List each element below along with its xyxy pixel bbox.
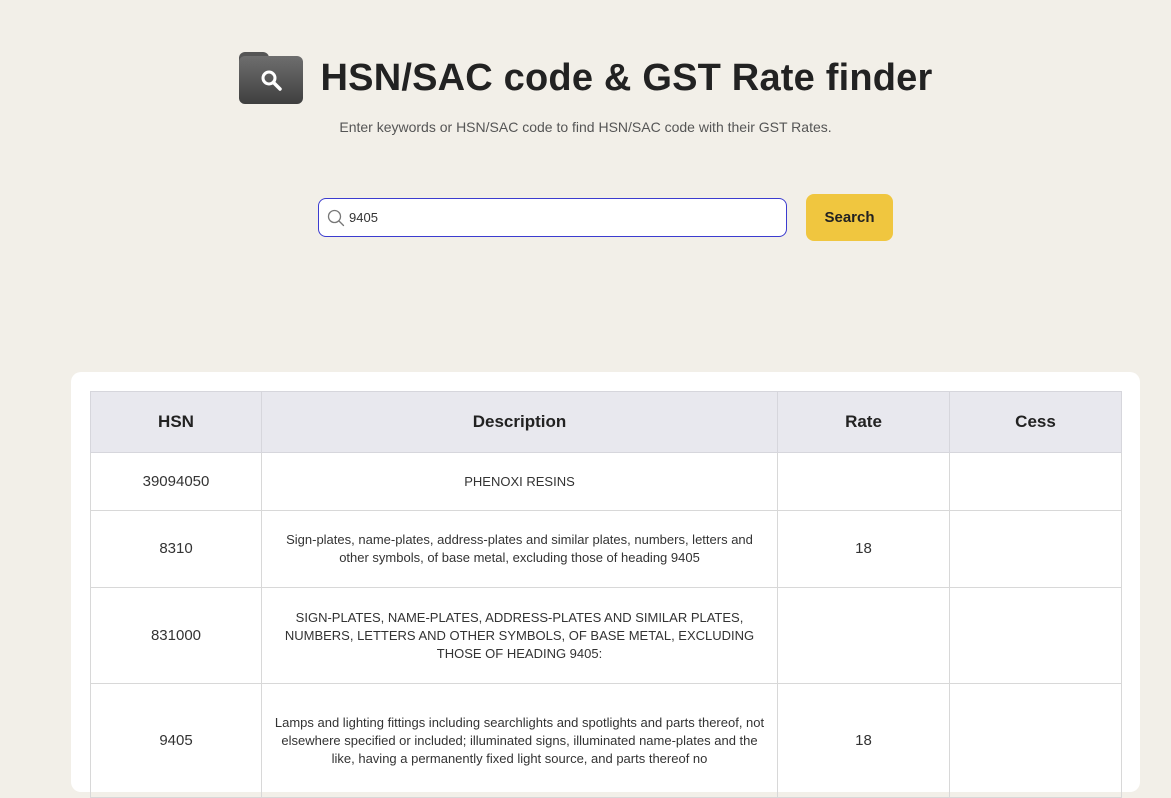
cess-cell bbox=[949, 510, 1122, 588]
column-header-description: Description bbox=[261, 391, 778, 453]
table-row: 831000 SIGN-PLATES, NAME-PLATES, ADDRESS… bbox=[90, 587, 1122, 684]
description-cell: Sign-plates, name-plates, address-plates… bbox=[261, 510, 778, 588]
search-icon bbox=[327, 209, 345, 226]
table-row: 9405 Lamps and lighting fittings includi… bbox=[90, 683, 1122, 798]
description-cell: PHENOXI RESINS bbox=[261, 452, 778, 511]
table-header-row: HSN Description Rate Cess bbox=[90, 391, 1122, 453]
page-header: HSN/SAC code & GST Rate finder bbox=[0, 52, 1171, 104]
column-header-cess: Cess bbox=[949, 391, 1122, 453]
rate-cell bbox=[777, 452, 950, 511]
description-cell: SIGN-PLATES, NAME-PLATES, ADDRESS-PLATES… bbox=[261, 587, 778, 684]
hsn-cell: 8310 bbox=[90, 510, 262, 588]
search-bar: Search bbox=[318, 194, 893, 241]
page-subtitle: Enter keywords or HSN/SAC code to find H… bbox=[339, 119, 832, 135]
column-header-hsn: HSN bbox=[90, 391, 262, 453]
search-field[interactable] bbox=[318, 198, 787, 237]
results-card: HSN Description Rate Cess 39094050 PHENO… bbox=[71, 372, 1140, 798]
cess-cell bbox=[949, 452, 1122, 511]
page-title: HSN/SAC code & GST Rate finder bbox=[320, 56, 933, 99]
description-cell: Lamps and lighting fittings including se… bbox=[261, 683, 778, 798]
table-row: 8310 Sign-plates, name-plates, address-p… bbox=[90, 510, 1122, 588]
hsn-cell: 9405 bbox=[90, 683, 262, 798]
rate-cell: 18 bbox=[777, 683, 950, 798]
search-button[interactable]: Search bbox=[806, 194, 893, 241]
cess-cell bbox=[949, 587, 1122, 684]
results-table: HSN Description Rate Cess 39094050 PHENO… bbox=[90, 391, 1122, 798]
hsn-cell: 831000 bbox=[90, 587, 262, 684]
cess-cell bbox=[949, 683, 1122, 798]
search-input[interactable] bbox=[349, 210, 769, 225]
hsn-cell: 39094050 bbox=[90, 452, 262, 511]
rate-cell: 18 bbox=[777, 510, 950, 588]
column-header-rate: Rate bbox=[777, 391, 950, 453]
table-row: 39094050 PHENOXI RESINS bbox=[90, 452, 1122, 511]
folder-search-icon bbox=[238, 52, 303, 104]
rate-cell bbox=[777, 587, 950, 684]
